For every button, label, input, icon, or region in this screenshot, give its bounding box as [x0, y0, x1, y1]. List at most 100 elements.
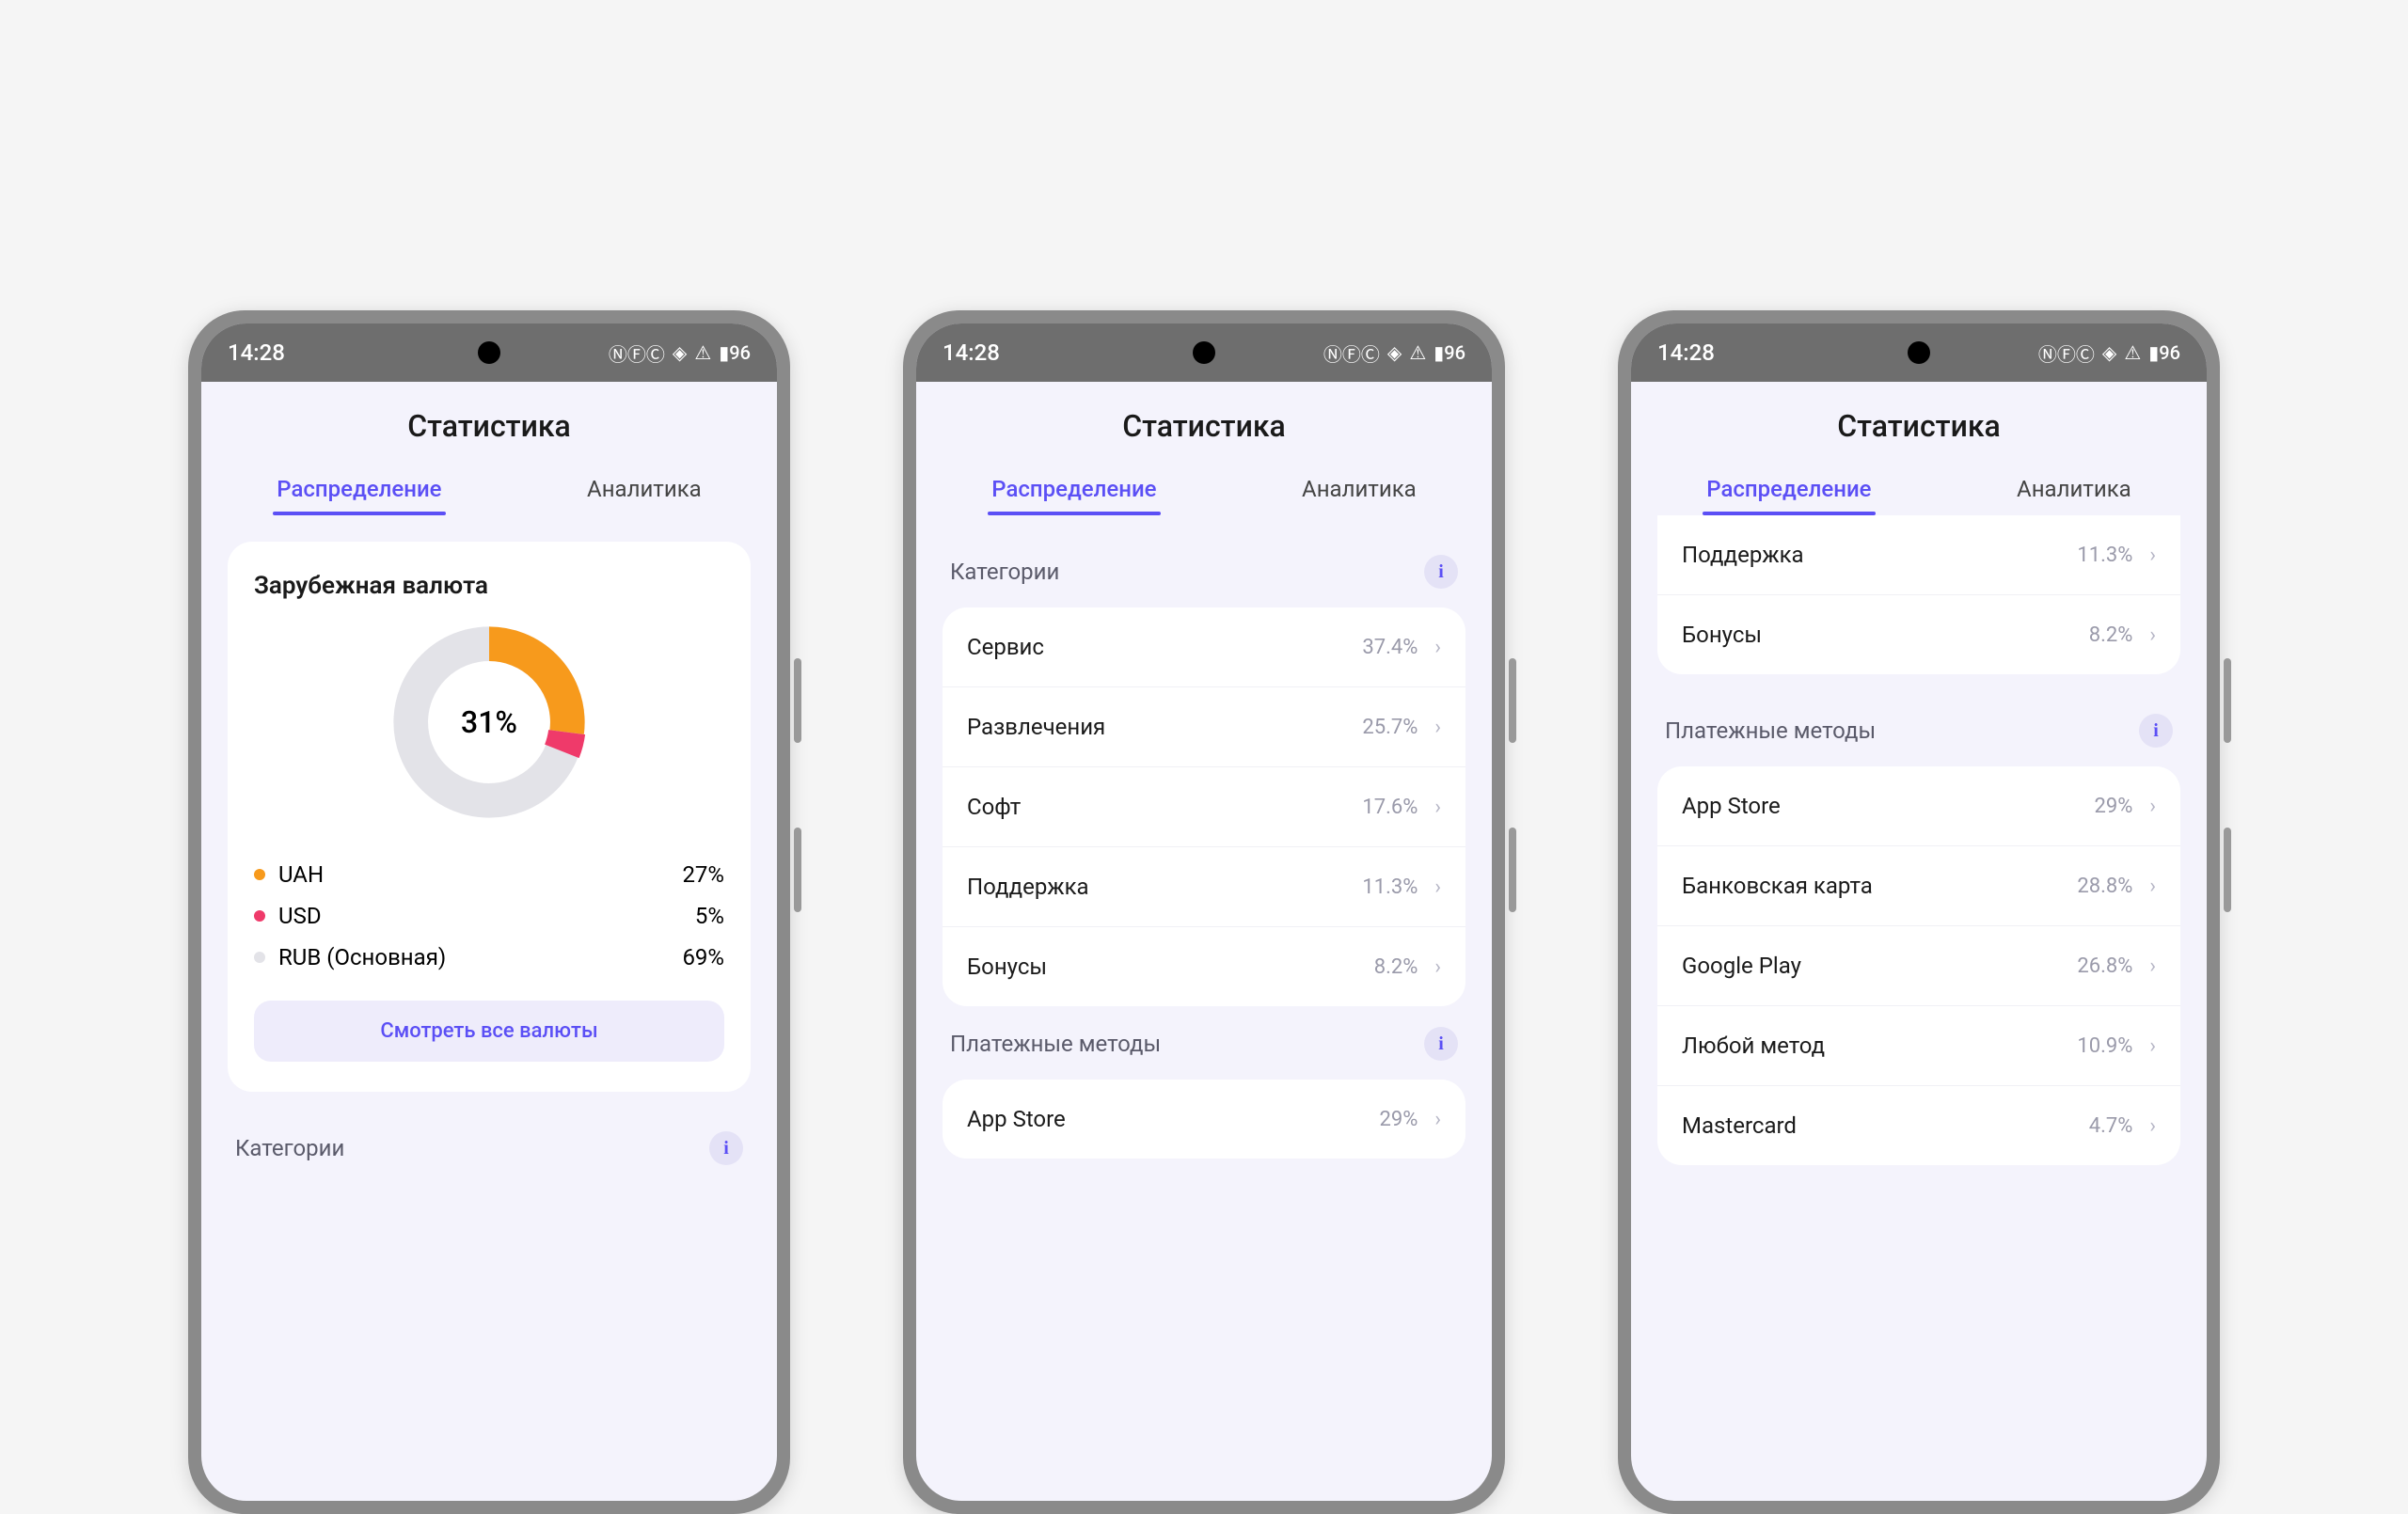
list-item-label: App Store	[967, 1106, 1066, 1132]
status-icons: ⓃⒻⒸ◈⚠▮96	[2038, 339, 2180, 367]
info-icon[interactable]: i	[1424, 1027, 1458, 1061]
legend-value: 69%	[682, 944, 724, 970]
list-item[interactable]: Бонусы 8.2% ›	[1657, 594, 2180, 674]
status-time: 14:28	[943, 339, 1000, 366]
phone-mockup-2: 14:28 ⓃⒻⒸ◈⚠▮96 Статистика Распределение …	[903, 310, 1505, 1514]
list-item[interactable]: App Store 29% ›	[943, 1080, 1465, 1159]
page-title: Статистика	[201, 382, 777, 463]
wifi-icon: ◈	[2102, 341, 2116, 364]
list-item-value: 28.8%	[2077, 875, 2132, 898]
list-item[interactable]: Бонусы 8.2% ›	[943, 926, 1465, 1006]
list-item-value: 8.2%	[2089, 623, 2133, 647]
tab-distribution[interactable]: Распределение	[988, 463, 1160, 515]
list-item[interactable]: Софт 17.6% ›	[943, 766, 1465, 846]
list-item-value: 37.4%	[1362, 636, 1418, 659]
list-item-label: Поддержка	[1682, 542, 1804, 568]
list-item[interactable]: App Store29%›	[1657, 766, 2180, 845]
payments-section: Платежные методы i App Store 29% ›	[943, 1014, 1465, 1159]
list-item-label: Любой метод	[1682, 1033, 1825, 1059]
status-bar: 14:28 ⓃⒻⒸ◈⚠▮96	[916, 323, 1492, 382]
tab-distribution[interactable]: Распределение	[273, 463, 445, 515]
status-bar: 14:28 ⓃⒻⒸ◈⚠▮96	[1631, 323, 2207, 382]
chevron-right-icon: ›	[2149, 1034, 2156, 1058]
list-item-label: Сервис	[967, 634, 1044, 660]
chevron-right-icon: ›	[1434, 796, 1441, 819]
phone-mockup-1: 14:28 ⓃⒻⒸ ◈ ⚠ ▮96 Статистика Распределен…	[188, 310, 790, 1514]
list-item-label: Бонусы	[1682, 622, 1762, 648]
list-item[interactable]: Любой метод10.9%›	[1657, 1005, 2180, 1085]
list-item-value: 25.7%	[1362, 716, 1418, 739]
nfc-icon: ⓃⒻⒸ	[2038, 339, 2095, 367]
chevron-right-icon: ›	[2149, 623, 2156, 647]
tab-analytics[interactable]: Аналитика	[583, 463, 705, 515]
donut-chart: 31%	[254, 619, 724, 826]
chevron-right-icon: ›	[2149, 544, 2156, 567]
wifi-icon: ◈	[1387, 341, 1402, 364]
currency-card: Зарубежная валюта 31% UAH27% USD5% RUB (…	[228, 542, 751, 1092]
categories-section: Категории i	[228, 1118, 751, 1184]
view-all-currencies-button[interactable]: Смотреть все валюты	[254, 1001, 724, 1062]
list-item-value: 11.3%	[1362, 875, 1418, 899]
list-item[interactable]: Поддержка11.3%›	[943, 846, 1465, 926]
list-item[interactable]: Банковская карта 28.8% ›	[1657, 845, 2180, 925]
chevron-right-icon: ›	[2149, 954, 2156, 978]
chevron-right-icon: ›	[1434, 955, 1441, 979]
list-item-label: Бонусы	[967, 954, 1047, 980]
status-icons: ⓃⒻⒸ◈⚠▮96	[1323, 339, 1465, 367]
list-item-label: Банковская карта	[1682, 873, 1873, 899]
list-item-value: 4.7%	[2089, 1114, 2133, 1138]
legend-value: 5%	[695, 903, 724, 929]
payments-list: App Store 29% ›	[943, 1080, 1465, 1159]
screen: 14:28 ⓃⒻⒸ◈⚠▮96 Статистика Распределение …	[916, 323, 1492, 1501]
list-item-label: Развлечения	[967, 714, 1105, 740]
screen: 14:28 ⓃⒻⒸ◈⚠▮96 Статистика Распределение …	[1631, 323, 2207, 1501]
section-title: Платежные методы	[950, 1031, 1161, 1057]
chevron-right-icon: ›	[2149, 875, 2156, 898]
status-icons: ⓃⒻⒸ ◈ ⚠ ▮96	[609, 339, 751, 367]
list-item[interactable]: Сервис 37.4% ›	[943, 607, 1465, 686]
tab-bar: Распределение Аналитика	[1631, 463, 2207, 515]
nfc-icon: ⓃⒻⒸ	[1323, 339, 1380, 367]
section-title: Категории	[235, 1135, 344, 1161]
info-icon[interactable]: i	[709, 1131, 743, 1165]
list-item-label: App Store	[1682, 793, 1781, 819]
list-item-label: Софт	[967, 794, 1021, 820]
screen: 14:28 ⓃⒻⒸ ◈ ⚠ ▮96 Статистика Распределен…	[201, 323, 777, 1501]
info-icon[interactable]: i	[1424, 555, 1458, 589]
chevron-right-icon: ›	[2149, 795, 2156, 818]
content: Категории i Сервис37.4%›Развлечения25.7%…	[916, 515, 1492, 1192]
categories-list-tail: Поддержка11.3%› Бонусы 8.2% ›	[1657, 515, 2180, 674]
list-item-label: Mastercard	[1682, 1112, 1797, 1139]
list-item[interactable]: Google Play26.8%›	[1657, 925, 2180, 1005]
list-item-value: 17.6%	[1362, 796, 1418, 819]
list-item[interactable]: Mastercard 4.7% ›	[1657, 1085, 2180, 1165]
legend-dot-icon	[254, 869, 265, 880]
tab-analytics[interactable]: Аналитика	[1298, 463, 1420, 515]
status-bar: 14:28 ⓃⒻⒸ ◈ ⚠ ▮96	[201, 323, 777, 382]
tab-distribution[interactable]: Распределение	[1703, 463, 1875, 515]
chevron-right-icon: ›	[2149, 1114, 2156, 1138]
legend-dot-icon	[254, 910, 265, 922]
page-title: Статистика	[916, 382, 1492, 463]
tab-analytics[interactable]: Аналитика	[2013, 463, 2135, 515]
payments-list: App Store29%›Банковская карта28.8%›Googl…	[1657, 766, 2180, 1165]
info-icon[interactable]: i	[2139, 714, 2173, 748]
list-item[interactable]: Развлечения25.7%›	[943, 686, 1465, 766]
battery-icon: ▮96	[1434, 341, 1465, 364]
list-item[interactable]: Поддержка11.3%›	[1657, 515, 2180, 594]
battery-icon: ▮96	[2148, 341, 2180, 364]
list-item-value: 8.2%	[1374, 955, 1418, 979]
signal-icon: ⚠	[694, 341, 711, 364]
tab-bar: Распределение Аналитика	[201, 463, 777, 515]
phone-mockup-3: 14:28 ⓃⒻⒸ◈⚠▮96 Статистика Распределение …	[1618, 310, 2220, 1514]
chevron-right-icon: ›	[1434, 636, 1441, 659]
list-item-value: 29%	[1380, 1108, 1418, 1131]
content: Зарубежная валюта 31% UAH27% USD5% RUB (…	[201, 515, 777, 1218]
legend-label: RUB (Основная)	[278, 944, 446, 970]
status-time: 14:28	[1657, 339, 1715, 366]
currency-card-title: Зарубежная валюта	[254, 572, 724, 600]
list-item-label: Поддержка	[967, 874, 1089, 900]
chevron-right-icon: ›	[1434, 1108, 1441, 1131]
categories-section: Категории i Сервис37.4%›Развлечения25.7%…	[943, 542, 1465, 1006]
section-title: Платежные методы	[1665, 718, 1876, 744]
